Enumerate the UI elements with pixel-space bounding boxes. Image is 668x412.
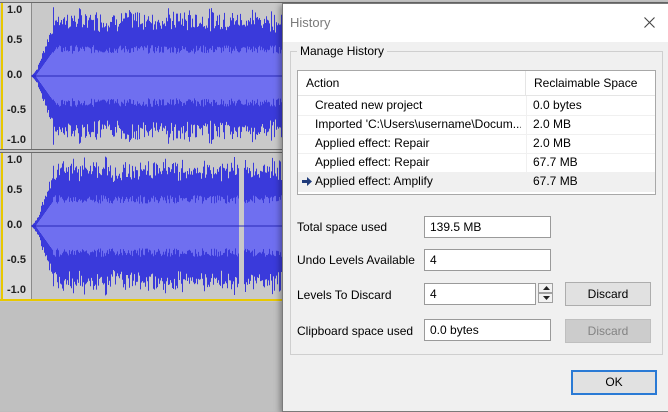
tick-label: 1.0 xyxy=(7,4,23,16)
tick-label: -1.0 xyxy=(7,134,26,146)
arrow-up-icon xyxy=(543,286,550,290)
tick-label: 0.0 xyxy=(7,69,23,81)
space-cell: 67.7 MB xyxy=(533,155,578,169)
increment-button[interactable] xyxy=(538,283,553,293)
discard-clipboard-button[interactable]: Discard xyxy=(565,319,651,343)
tick-label: 0.5 xyxy=(7,184,23,196)
action-cell: Created new project xyxy=(315,98,423,112)
ok-button[interactable]: OK xyxy=(571,370,657,395)
column-divider xyxy=(526,96,527,115)
tick-label: 1.0 xyxy=(7,154,23,166)
total-space-field[interactable]: 139.5 MB xyxy=(424,216,551,238)
dialog-title: History xyxy=(290,15,331,30)
dialog-titlebar[interactable]: History xyxy=(283,4,668,42)
action-cell: Applied effect: Amplify xyxy=(315,174,433,188)
tick-label: 0.5 xyxy=(7,34,23,46)
list-item[interactable]: Applied effect: Amplify 67.7 MB xyxy=(298,172,655,192)
undo-levels-label: Undo Levels Available xyxy=(297,253,415,267)
group-title: Manage History xyxy=(297,44,388,58)
space-cell: 0.0 bytes xyxy=(533,98,582,112)
current-state-arrow-icon xyxy=(302,177,312,186)
action-cell: Applied effect: Repair xyxy=(315,136,430,150)
history-list[interactable]: Action Reclaimable Space Created new pro… xyxy=(297,70,656,195)
waveform xyxy=(31,156,285,296)
clipboard-space-label: Clipboard space used xyxy=(297,324,414,338)
column-divider xyxy=(526,134,527,153)
history-dialog: History Manage History Action Reclaimabl… xyxy=(282,3,668,412)
list-item[interactable]: Applied effect: Repair 67.7 MB xyxy=(298,153,655,173)
list-item[interactable]: Applied effect: Repair 2.0 MB xyxy=(298,134,655,154)
list-item[interactable]: Created new project 0.0 bytes xyxy=(298,96,655,116)
levels-discard-stepper[interactable] xyxy=(538,283,553,304)
undo-levels-field[interactable]: 4 xyxy=(424,249,551,271)
levels-discard-field[interactable]: 4 xyxy=(424,283,536,305)
column-divider xyxy=(526,115,527,134)
column-header-reclaimable-space[interactable]: Reclaimable Space xyxy=(526,71,655,95)
list-item[interactable]: Imported 'C:\Users\username\Docum... 2.0 … xyxy=(298,115,655,135)
list-header: Action Reclaimable Space xyxy=(298,71,655,96)
levels-discard-label: Levels To Discard xyxy=(297,288,392,302)
close-icon xyxy=(644,17,655,28)
clipboard-space-field[interactable]: 0.0 bytes xyxy=(424,319,551,341)
waveform xyxy=(31,7,285,145)
action-cell: Imported 'C:\Users\username\Docum... xyxy=(315,117,521,131)
column-header-action[interactable]: Action xyxy=(298,71,526,95)
arrow-down-icon xyxy=(543,296,550,300)
amplitude-ruler: 1.0 0.5 0.0 -0.5 -1.0 xyxy=(3,3,32,149)
column-divider xyxy=(526,172,527,191)
discard-levels-button[interactable]: Discard xyxy=(565,282,651,306)
track-bottom-border xyxy=(0,299,290,301)
tick-label: -0.5 xyxy=(7,104,26,116)
amplitude-ruler: 1.0 0.5 0.0 -0.5 -1.0 xyxy=(3,153,32,299)
column-divider xyxy=(526,153,527,172)
action-cell: Applied effect: Repair xyxy=(315,155,430,169)
tick-label: 0.0 xyxy=(7,219,23,231)
space-cell: 2.0 MB xyxy=(533,117,572,131)
tick-label: -1.0 xyxy=(7,284,26,296)
tick-label: -0.5 xyxy=(7,254,26,266)
decrement-button[interactable] xyxy=(538,293,553,303)
close-button[interactable] xyxy=(637,12,663,34)
space-cell: 67.7 MB xyxy=(533,174,578,188)
total-space-label: Total space used xyxy=(297,220,388,234)
space-cell: 2.0 MB xyxy=(533,136,572,150)
